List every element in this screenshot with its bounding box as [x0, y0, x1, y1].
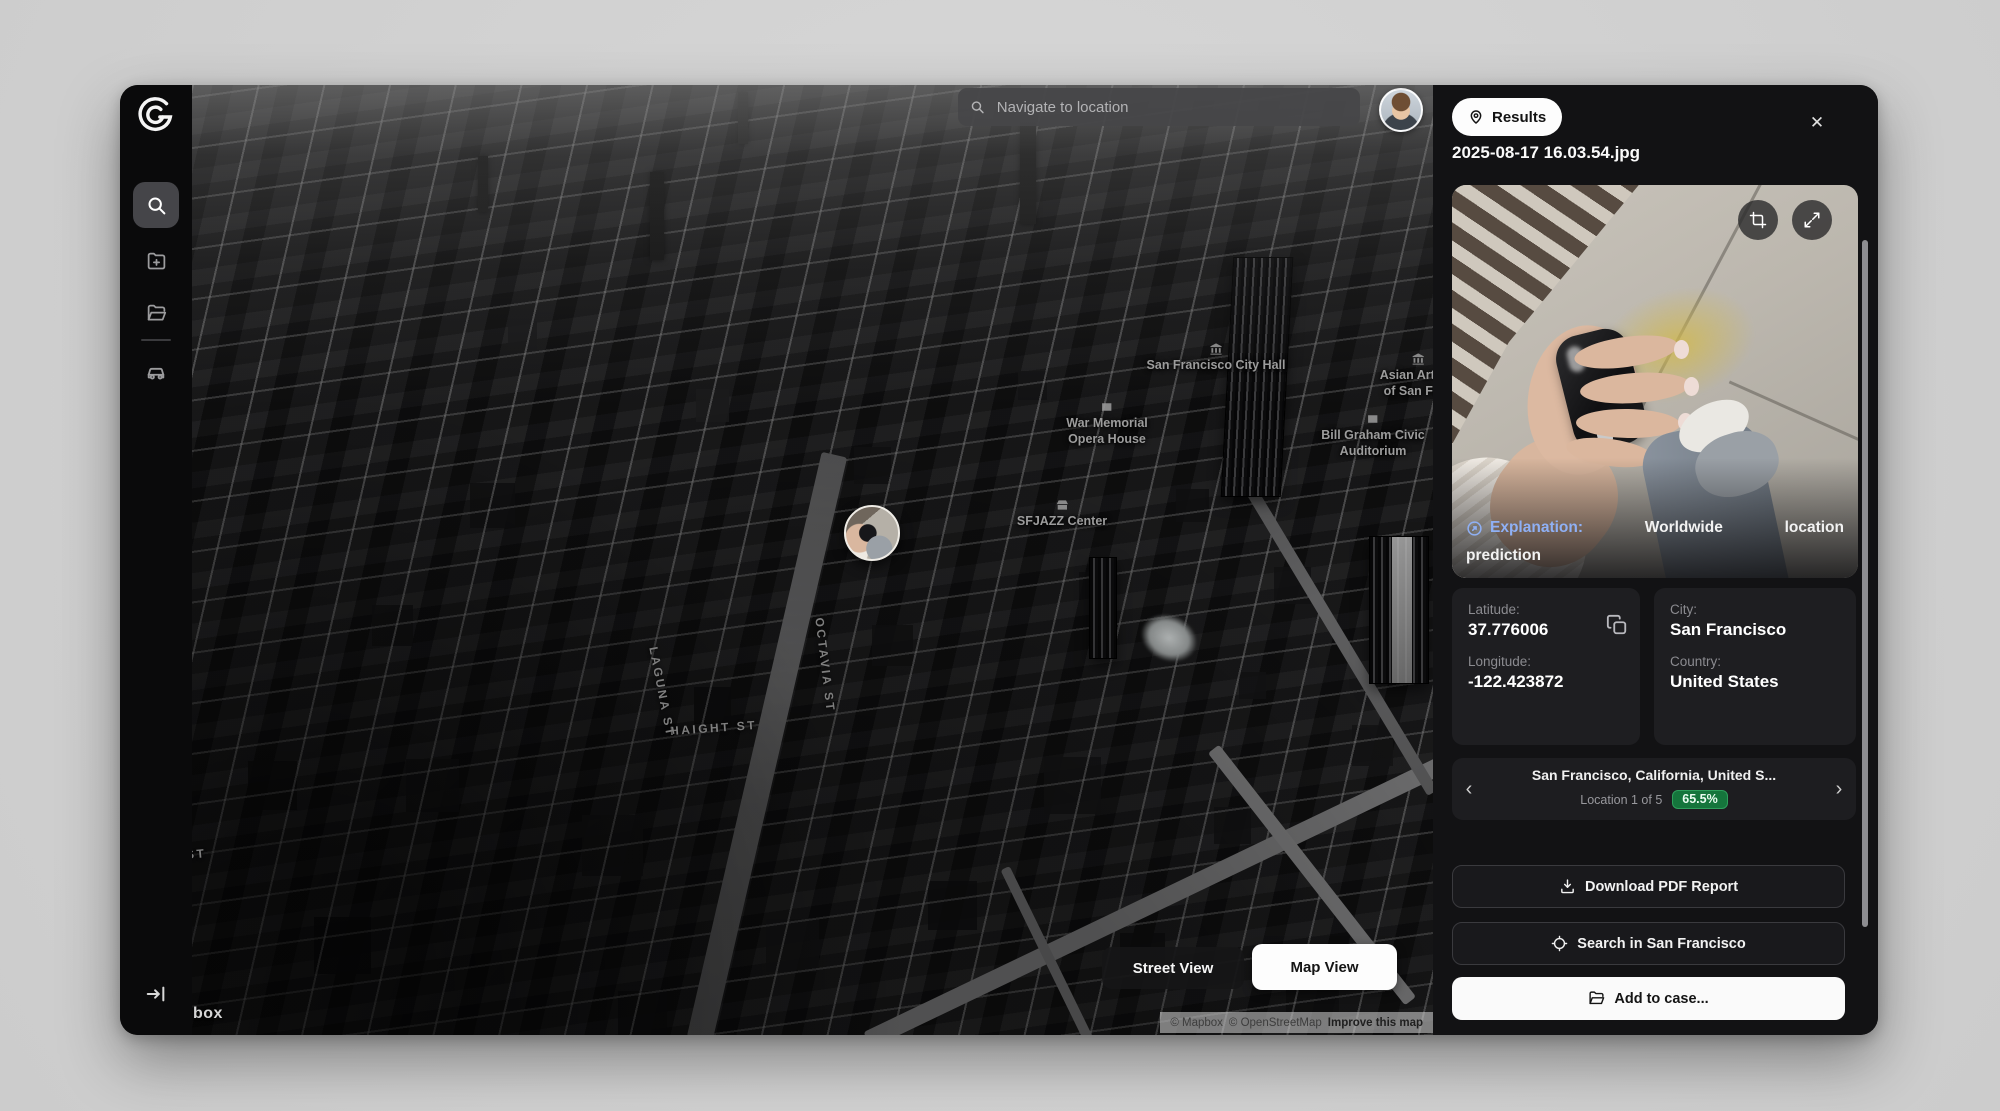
vehicle-icon: [145, 361, 167, 383]
result-photo[interactable]: Explanation: Worldwide location predicti…: [1452, 185, 1858, 578]
locate-icon: [1551, 935, 1568, 952]
case-folder-icon: [1588, 990, 1605, 1007]
photo-nail: [1684, 377, 1699, 396]
sidebar-item-search[interactable]: [133, 182, 179, 228]
crop-photo-button[interactable]: [1738, 200, 1778, 240]
results-label: Results: [1492, 109, 1546, 126]
search-in-city-button[interactable]: Search in San Francisco: [1452, 922, 1845, 965]
expand-icon: [1803, 211, 1821, 229]
street-view-button[interactable]: Street View: [1102, 947, 1244, 989]
place-card: City: San Francisco Country: United Stat…: [1654, 588, 1856, 745]
country-label: Country:: [1670, 654, 1840, 669]
result-filename: 2025-08-17 16.03.54.jpg: [1452, 143, 1640, 163]
landmark-icon: [1100, 401, 1113, 413]
sidebar-item-vehicle[interactable]: [133, 349, 179, 395]
user-avatar[interactable]: [1379, 88, 1423, 132]
landmark-icon: [1412, 353, 1425, 365]
landmark-icon: [1366, 413, 1379, 425]
results-panel: Results ✕ 2025-08-17 16.03.54.jpg: [1433, 85, 1878, 1035]
copy-coordinates-button[interactable]: [1606, 614, 1628, 636]
next-location-button[interactable]: ›: [1824, 758, 1854, 820]
improve-map-link[interactable]: Improve this map: [1328, 1017, 1423, 1029]
add-to-case-button[interactable]: Add to case...: [1452, 977, 1845, 1020]
poi-city-hall: San Francisco City Hall: [1147, 343, 1286, 373]
building-pillar-4: [738, 92, 748, 144]
latitude-value: 37.776006: [1468, 620, 1624, 640]
location-counter: Location 1 of 5: [1580, 793, 1662, 807]
download-icon: [1559, 878, 1576, 895]
map-search-bar[interactable]: [958, 88, 1360, 126]
sidebar-item-cases[interactable]: [133, 290, 179, 336]
building-tower-market: [1370, 537, 1428, 683]
city-label: City:: [1670, 602, 1840, 617]
geospy-logo: [134, 97, 180, 137]
building-tower-mid: [1090, 558, 1116, 658]
crop-icon: [1749, 211, 1767, 229]
sidebar: [120, 85, 192, 1035]
explanation-icon: [1466, 520, 1483, 537]
building-pillar-3: [478, 156, 488, 212]
country-value: United States: [1670, 672, 1840, 692]
location-title: San Francisco, California, United S...: [1488, 767, 1820, 783]
mapbox-watermark: box: [193, 1005, 223, 1023]
folder-plus-icon: [146, 251, 167, 272]
close-panel-button[interactable]: ✕: [1803, 109, 1831, 137]
city-value: San Francisco: [1670, 620, 1840, 640]
sidebar-divider: [141, 339, 171, 341]
pin-icon: [1468, 109, 1484, 125]
poi-asian-art-museum: Asian Art Muof San Fran: [1380, 353, 1433, 399]
map-canvas[interactable]: San Francisco City Hall War MemorialOper…: [192, 85, 1433, 1035]
previous-location-button[interactable]: ‹: [1454, 758, 1484, 820]
map-view-button[interactable]: Map View: [1252, 944, 1397, 990]
map-attribution: © Mapbox © OpenStreetMap Improve this ma…: [1160, 1012, 1433, 1033]
download-pdf-button[interactable]: Download PDF Report: [1452, 865, 1845, 908]
longitude-label: Longitude:: [1468, 654, 1624, 669]
folder-open-icon: [146, 303, 167, 324]
screenshot-stage: San Francisco City Hall War MemorialOper…: [0, 0, 2000, 1111]
poi-bill-graham: Bill Graham CivicAuditorium: [1321, 413, 1425, 459]
confidence-badge: 65.5%: [1672, 790, 1727, 809]
coordinates-card: Latitude: 37.776006 Longitude: -122.4238…: [1452, 588, 1640, 745]
expand-photo-button[interactable]: [1792, 200, 1832, 240]
panel-scrollbar[interactable]: [1862, 240, 1868, 927]
collapse-sidebar-icon: [145, 983, 167, 1005]
explanation-text: Explanation: Worldwide location predicti…: [1466, 514, 1844, 570]
street-label-partial-st: ST: [192, 846, 207, 862]
photo-location-marker[interactable]: [844, 505, 900, 561]
landmark-icon: [1210, 343, 1223, 355]
landmark-icon: [1055, 499, 1068, 511]
sidebar-item-add-folder[interactable]: [133, 238, 179, 284]
search-input[interactable]: [995, 98, 1348, 117]
photo-nail: [1674, 340, 1689, 359]
building-pillar-2: [1020, 118, 1036, 224]
app-window: San Francisco City Hall War MemorialOper…: [120, 85, 1878, 1035]
latitude-label: Latitude:: [1468, 602, 1624, 617]
building-pillar-1: [650, 172, 664, 260]
collapse-sidebar-button[interactable]: [143, 981, 169, 1007]
poi-opera-house: War MemorialOpera House: [1066, 401, 1148, 447]
results-pill[interactable]: Results: [1452, 98, 1562, 136]
search-icon: [146, 195, 167, 216]
chevron-right-icon: ›: [1836, 778, 1843, 801]
chevron-left-icon: ‹: [1466, 778, 1473, 801]
poi-sfjazz: SFJAZZ Center: [1017, 499, 1107, 529]
location-navigator: ‹ San Francisco, California, United S...…: [1452, 758, 1856, 820]
close-icon: ✕: [1810, 113, 1824, 133]
magnifier-icon: [970, 99, 985, 115]
longitude-value: -122.423872: [1468, 672, 1624, 692]
attribution-mapbox[interactable]: © Mapbox: [1170, 1017, 1223, 1029]
attribution-osm[interactable]: © OpenStreetMap: [1229, 1017, 1322, 1029]
